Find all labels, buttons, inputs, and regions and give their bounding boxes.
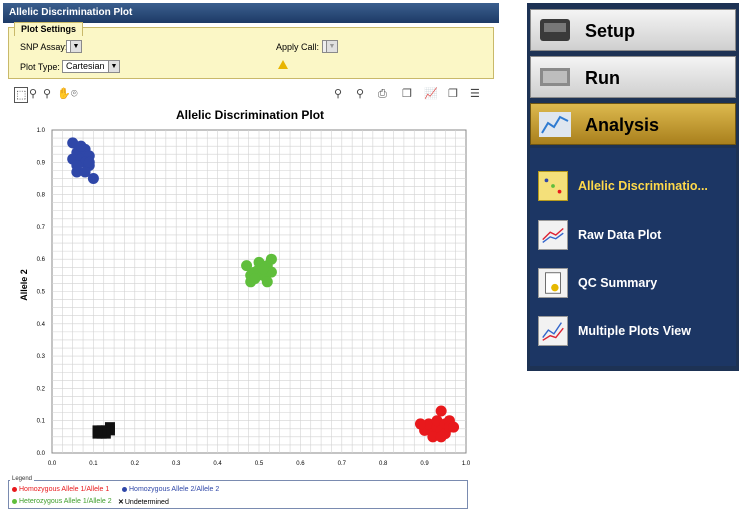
- legend-title: Legend: [10, 476, 35, 482]
- multiple-plots-icon: [538, 316, 568, 346]
- nav-item-allelic-discrimination[interactable]: Allelic Discriminatio...: [530, 169, 736, 203]
- scatter-plot-icon: [538, 171, 568, 201]
- data-point[interactable]: [435, 431, 447, 443]
- data-point[interactable]: [261, 276, 273, 288]
- allelic-discrimination-panel: Allelic Discrimination Plot Plot Setting…: [0, 0, 500, 513]
- legend-marker: [122, 486, 127, 492]
- data-point[interactable]: [257, 263, 269, 275]
- y-tick-label: 0.5: [37, 290, 46, 296]
- legend-item-homozygous-1: Homozygous Allele 1/Allele 1: [12, 486, 109, 493]
- data-point[interactable]: [83, 156, 95, 168]
- nav-tab-label: Analysis: [585, 115, 660, 135]
- x-marker-icon: ✕: [118, 499, 124, 506]
- raw-data-icon: [538, 220, 568, 250]
- y-tick-label: 0.4: [37, 322, 46, 328]
- y-tick-label: 0.2: [37, 386, 46, 392]
- legend-item-undetermined: ✕Undetermined: [118, 499, 169, 506]
- x-tick-label: 0.9: [420, 461, 429, 467]
- x-tick-label: 0.6: [296, 461, 305, 467]
- data-point[interactable]: [249, 273, 261, 285]
- nav-item-qc-summary[interactable]: QC Summary: [530, 266, 736, 300]
- x-tick-label: 0.3: [172, 461, 181, 467]
- data-point[interactable]: [92, 425, 103, 436]
- y-tick-label: 0.1: [37, 419, 46, 425]
- nav-tab-setup[interactable]: Setup: [530, 9, 736, 51]
- qc-document-icon: [538, 268, 568, 298]
- plate-icon: [540, 68, 570, 86]
- legend-marker: [12, 486, 17, 492]
- data-point[interactable]: [435, 405, 447, 417]
- navigation-panel: Setup Run Analysis Allelic Discriminatio…: [527, 3, 739, 371]
- data-point[interactable]: [75, 140, 87, 152]
- y-tick-label: 0.7: [37, 225, 46, 231]
- x-tick-label: 1.0: [462, 461, 471, 467]
- nav-tab-label: Run: [585, 68, 620, 88]
- legend-marker: [12, 498, 17, 504]
- x-tick-label: 0.4: [213, 461, 222, 467]
- data-point[interactable]: [71, 160, 83, 172]
- x-tick-label: 0.5: [255, 461, 264, 467]
- y-tick-label: 1.0: [37, 128, 46, 134]
- legend-item-heterozygous: Heterozygous Allele 1/Allele 2: [12, 498, 112, 505]
- analysis-item-list: Allelic Discriminatio... Raw Data Plot Q…: [530, 148, 736, 366]
- data-point[interactable]: [414, 418, 426, 430]
- nav-tab-run[interactable]: Run: [530, 56, 736, 98]
- nav-item-raw-data-plot[interactable]: Raw Data Plot: [530, 218, 736, 252]
- x-tick-label: 0.8: [379, 461, 388, 467]
- scatter-plot[interactable]: 0.0 0.1 0.2 0.3 0.4 0.5 0.6 0.7 0.8 0.9 1.0 0.0 0.1 0…: [0, 0, 500, 480]
- y-tick-label: 0.9: [37, 160, 46, 166]
- y-tick-label: 0.6: [37, 257, 46, 263]
- x-tick-label: 0.0: [48, 461, 57, 467]
- x-tick-label: 0.1: [89, 461, 98, 467]
- x-tick-label: 0.2: [131, 461, 140, 467]
- analysis-chart-icon: [539, 112, 571, 137]
- nav-tab-label: Setup: [585, 21, 636, 41]
- instrument-icon: [540, 19, 570, 41]
- y-tick-label: 0.8: [37, 193, 46, 199]
- data-point[interactable]: [265, 253, 277, 265]
- data-point[interactable]: [87, 172, 99, 184]
- x-tick-label: 0.7: [338, 461, 347, 467]
- nav-item-multiple-plots[interactable]: Multiple Plots View: [530, 314, 736, 348]
- legend-item-homozygous-2: Homozygous Allele 2/Allele 2: [122, 486, 219, 493]
- nav-tab-analysis[interactable]: Analysis: [530, 103, 736, 145]
- y-tick-label: 0.3: [37, 354, 46, 360]
- y-tick-label: 0.0: [37, 451, 46, 457]
- data-point[interactable]: [448, 421, 460, 433]
